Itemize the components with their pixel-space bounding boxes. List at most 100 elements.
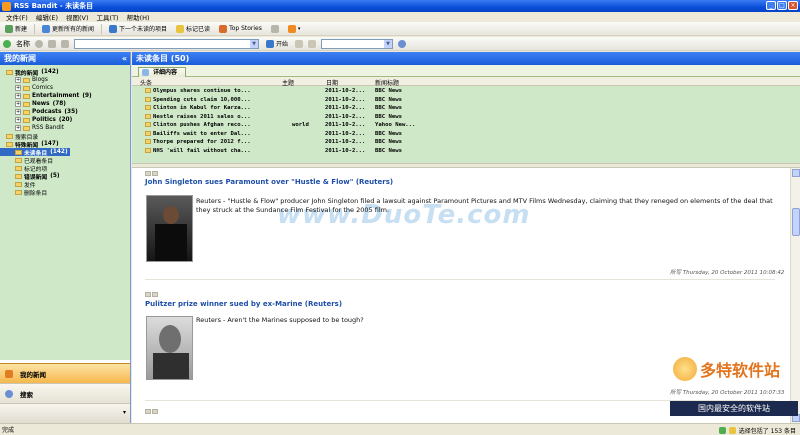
home-icon[interactable] xyxy=(61,39,69,48)
table-row[interactable]: Spending cuts claim 10,000... 2011-10-2..… xyxy=(132,96,800,104)
rss-dropdown-button[interactable]: ▾ xyxy=(286,23,303,34)
expand-icon[interactable]: + xyxy=(15,109,21,115)
scroll-thumb[interactable] xyxy=(792,208,800,236)
table-row[interactable]: Thorpe prepared for 2012 f... 2011-10-2..… xyxy=(132,138,800,146)
expand-icon[interactable]: + xyxy=(15,93,21,99)
item-icon xyxy=(145,122,151,127)
cell-date: 2011-10-2... xyxy=(325,122,366,128)
cell-headline: Clinton in Kabul for Karza... xyxy=(153,105,251,111)
next-unread-button[interactable]: 下一个未读的项目 xyxy=(107,23,169,34)
item-actions xyxy=(145,171,158,176)
forward-icon[interactable] xyxy=(35,39,43,48)
table-row[interactable]: Bailiffs wait to enter Dal... 2011-10-2..… xyxy=(132,130,800,138)
table-row[interactable]: Nestle raises 2011 sales o... 2011-10-2..… xyxy=(132,113,800,121)
start-button[interactable]: 开始 xyxy=(264,38,290,49)
menu-file[interactable]: 文件(F) xyxy=(6,12,28,22)
tree-item[interactable]: + Blogs xyxy=(0,76,48,84)
logo-icon xyxy=(673,357,697,381)
tree-item[interactable]: 删除条目 xyxy=(0,188,47,197)
tree-item[interactable]: + News (78) xyxy=(0,100,66,108)
refresh-icon xyxy=(42,24,51,33)
tree-item-count: (142) xyxy=(41,69,59,75)
table-row[interactable]: NHS 'will fail without cha... 2011-10-2..… xyxy=(132,147,800,155)
tree-item[interactable]: + Politics (20) xyxy=(0,116,72,124)
tab-details[interactable]: 详细内容 xyxy=(138,67,187,77)
col-subject[interactable]: 主题 xyxy=(282,78,294,87)
nav-my-news[interactable]: 我的新闻 xyxy=(0,363,130,383)
expand-icon[interactable]: + xyxy=(15,117,21,123)
list-header: 头条 主题 日期 新闻标题 xyxy=(132,77,800,87)
content-header: 未读条目 (50) xyxy=(132,52,800,65)
podcast-button[interactable] xyxy=(269,23,281,34)
top-stories-button[interactable]: Top Stories xyxy=(217,23,264,34)
cell-feed: BBC News xyxy=(375,139,402,145)
scroll-up-icon[interactable] xyxy=(792,169,800,177)
reply-icon[interactable] xyxy=(152,409,158,414)
close-button[interactable]: × xyxy=(788,1,798,10)
new-feed-icon xyxy=(5,24,13,33)
tree-item[interactable]: + Podcasts (35) xyxy=(0,108,78,116)
table-row[interactable]: Olympus shares continue to... 2011-10-2..… xyxy=(132,87,800,95)
window-controls: _ □ × xyxy=(766,1,798,10)
menu-view[interactable]: 视图(V) xyxy=(66,12,89,22)
cell-headline: NHS 'will fail without cha... xyxy=(153,147,251,154)
menu-edit[interactable]: 编辑(E) xyxy=(36,12,58,22)
col-headline[interactable]: 头条 xyxy=(140,78,152,87)
mark-read-button[interactable]: 标记已读 xyxy=(174,23,212,34)
item-icon xyxy=(145,88,151,93)
url-combo[interactable]: ▼ xyxy=(74,38,259,49)
folder-icon xyxy=(23,101,30,107)
app-icon xyxy=(2,1,11,11)
minimize-button[interactable]: _ xyxy=(766,1,776,10)
flag-icon[interactable] xyxy=(145,409,151,414)
cell-date: 2011-10-2... xyxy=(325,147,366,154)
new-button[interactable]: 新建 xyxy=(3,23,29,34)
chevron-down-icon: ▾ xyxy=(297,25,301,32)
expand-icon[interactable]: + xyxy=(15,77,21,83)
article-title[interactable]: Pulitzer prize winner sued by ex-Marine … xyxy=(145,300,342,308)
tab-strip: 详细内容 xyxy=(132,65,800,77)
tree-item[interactable]: 我的新闻 (142) xyxy=(0,68,59,77)
cell-date: 2011-10-2... xyxy=(325,88,366,94)
expand-icon[interactable]: + xyxy=(15,85,21,91)
go-arrow-icon xyxy=(266,39,274,48)
chevron-down-icon[interactable]: ▼ xyxy=(384,39,393,48)
chevron-down-icon[interactable]: ▾ xyxy=(123,409,126,416)
menu-help[interactable]: 帮助(H) xyxy=(127,12,150,22)
collapse-icon[interactable]: « xyxy=(122,54,127,63)
copy-icon[interactable] xyxy=(308,39,317,48)
item-icon xyxy=(145,147,151,153)
chevron-down-icon[interactable]: ▼ xyxy=(250,39,258,48)
stop-icon[interactable] xyxy=(48,39,56,48)
tree-item[interactable]: + Comics xyxy=(0,84,53,92)
maximize-button[interactable]: □ xyxy=(777,1,787,10)
back-icon[interactable] xyxy=(3,39,11,48)
nav-overflow[interactable]: ▾ xyxy=(0,403,130,423)
flag-icon[interactable] xyxy=(145,171,151,176)
reply-icon[interactable] xyxy=(152,292,158,297)
expand-icon[interactable]: + xyxy=(15,125,21,131)
table-row[interactable]: Clinton pushes Afghan reco... world 2011-1… xyxy=(132,121,800,129)
cell-headline: Thorpe prepared for 2012 f... xyxy=(153,139,251,145)
status-count: 选择包括了 153 条目 xyxy=(738,428,796,435)
reply-icon[interactable] xyxy=(152,171,158,176)
tree-item[interactable]: + Entertainment (9) xyxy=(0,92,92,100)
menu-tools[interactable]: 工具(T) xyxy=(97,12,119,22)
speaker-icon xyxy=(270,24,279,33)
search-icon[interactable] xyxy=(398,39,407,48)
refresh-all-button[interactable]: 更新所有的新闻 xyxy=(40,23,96,34)
search-combo[interactable]: ▼ xyxy=(321,38,394,49)
col-feed[interactable]: 新闻标题 xyxy=(375,78,399,87)
page-icon[interactable] xyxy=(295,39,304,48)
expand-icon[interactable]: + xyxy=(15,101,21,107)
nav-search[interactable]: 搜索 xyxy=(0,383,130,403)
col-date[interactable]: 日期 xyxy=(326,78,338,87)
table-row[interactable]: Clinton in Kabul for Karza... 2011-10-2..… xyxy=(132,104,800,112)
cell-date: 2011-10-2... xyxy=(325,130,366,137)
flag-icon[interactable] xyxy=(145,292,151,297)
cell-feed: Yahoo New... xyxy=(375,122,416,128)
download-icon xyxy=(718,427,726,434)
folder-icon xyxy=(23,77,30,83)
article-title[interactable]: John Singleton sues Paramount over "Hust… xyxy=(145,178,393,186)
folder-icon xyxy=(6,141,13,147)
